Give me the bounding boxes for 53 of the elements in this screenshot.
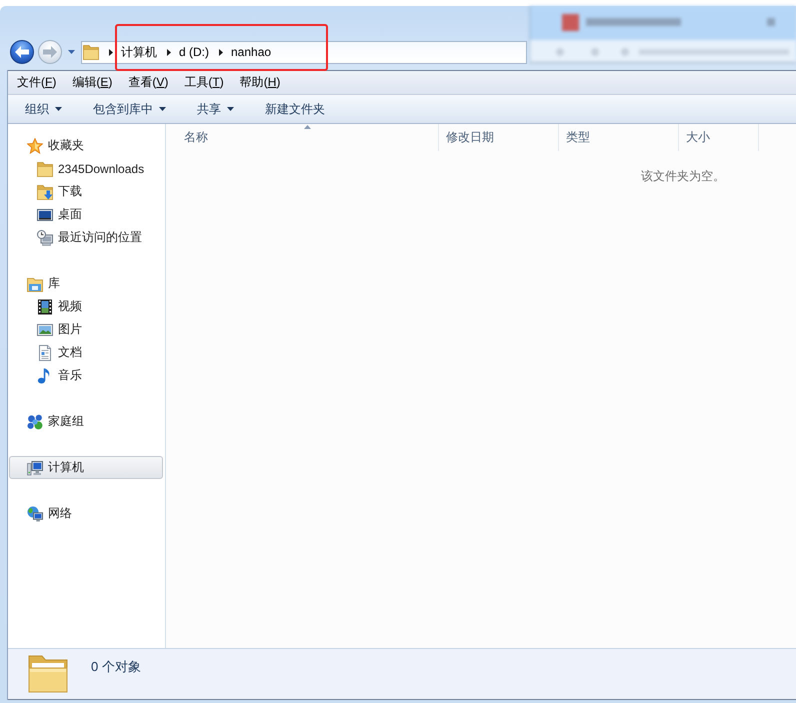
sidebar-item[interactable]: 收藏夹 [9,134,163,157]
breadcrumb-item[interactable]: nanhao [231,45,272,59]
sidebar-item[interactable]: 音乐 [9,364,163,387]
sidebar-item[interactable]: 计算机 [9,456,163,479]
clock-monitor-icon [37,230,53,246]
monitor-icon [37,206,53,222]
sidebar-item[interactable]: 视频 [9,295,163,318]
library-folder-icon [27,276,43,292]
sidebar-item[interactable]: 家庭组 [9,410,163,433]
toolbar-button[interactable]: 共享 [189,97,242,121]
breadcrumb-arrow-icon[interactable] [167,48,171,56]
breadcrumb-item[interactable]: d (D:) [179,45,209,59]
star-icon [27,138,43,154]
address-bar[interactable]: 计算机 d (D:) nanhao [81,40,527,64]
document-icon [37,344,53,360]
menu-item[interactable]: 查看(V) [120,74,176,91]
breadcrumb-arrow-icon[interactable] [109,48,113,56]
sidebar-item[interactable]: 库 [9,272,163,295]
folder-icon [37,160,53,176]
sidebar-item[interactable]: 下载 [9,180,163,203]
globe-monitor-icon [27,506,43,522]
column-header[interactable]: 名称 [177,124,439,151]
menu-item[interactable]: 文件(F) [9,74,64,91]
back-button[interactable] [10,40,34,64]
breadcrumb-item[interactable]: 计算机 [121,44,157,60]
menu-item[interactable]: 帮助(H) [232,74,288,91]
column-header[interactable]: 大小 [679,124,759,151]
film-icon [37,298,53,314]
sidebar-item[interactable]: 图片 [9,318,163,341]
right-arrow-icon [43,46,57,58]
item-count-text: 0 个对象 [91,658,141,676]
toolbar-button[interactable]: 组织 [17,97,70,121]
picture-icon [37,322,53,338]
computer-icon [27,460,43,476]
empty-folder-message: 该文件夹为空。 [640,168,726,184]
breadcrumb-arrow-icon[interactable] [219,48,223,56]
menu-item[interactable]: 工具(T) [176,74,232,91]
left-arrow-icon [15,46,29,58]
sidebar-item[interactable]: 最近访问的位置 [9,226,163,249]
menu-item[interactable]: 编辑(E) [64,74,120,91]
folder-download-icon [37,184,53,200]
homegroup-icon [27,414,43,430]
sidebar-item[interactable]: 网络 [9,502,163,525]
sidebar-item[interactable]: 文档 [9,341,163,364]
toolbar-button[interactable]: 新建文件夹 [257,97,333,121]
sidebar-item[interactable]: 2345Downloads [9,157,163,180]
sidebar-item[interactable]: 桌面 [9,203,163,226]
column-header[interactable]: 修改日期 [439,124,559,151]
folder-icon [83,44,99,60]
column-header[interactable]: 类型 [559,124,679,151]
caret-icon [68,50,74,54]
folder-icon [28,655,68,693]
toolbar-button[interactable]: 包含到库中 [85,97,174,121]
